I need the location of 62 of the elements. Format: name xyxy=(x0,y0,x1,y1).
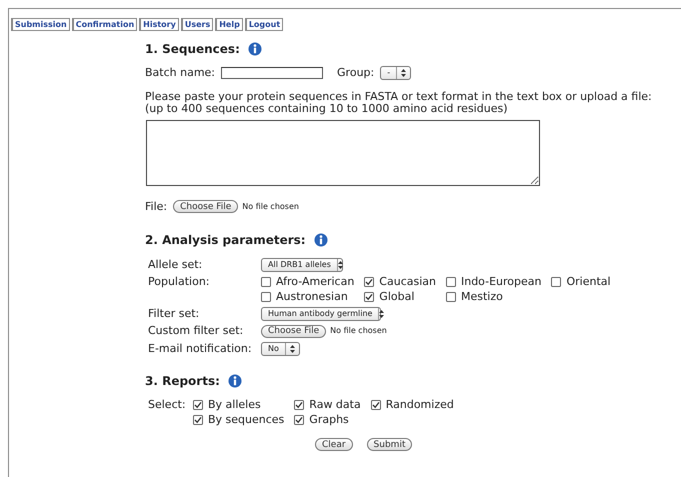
dropdown[interactable]: Human antibody germline xyxy=(261,307,381,321)
dropdown[interactable]: - xyxy=(380,66,412,80)
checkbox[interactable] xyxy=(294,414,304,424)
nav-tab[interactable]: Users xyxy=(180,18,214,31)
choose-file-button[interactable]: Choose File xyxy=(261,324,326,338)
stepper-icon xyxy=(338,261,343,269)
checkbox-label: By alleles xyxy=(208,398,261,411)
field-label: File: xyxy=(145,200,168,213)
info-icon[interactable] xyxy=(314,233,328,247)
section-heading: 1. Sequences: xyxy=(145,42,240,56)
checkbox-label: Indo-European xyxy=(460,275,542,288)
checkbox-label: Graphs xyxy=(309,413,349,426)
checkbox[interactable] xyxy=(370,400,381,410)
dropdown[interactable]: No xyxy=(261,342,300,356)
sequence-text-area[interactable] xyxy=(146,120,540,186)
section-heading: 2. Analysis parameters: xyxy=(145,233,306,247)
field-label: Filter set: xyxy=(148,306,200,320)
checkbox-label: Afro-American xyxy=(276,275,354,288)
info-icon[interactable] xyxy=(228,374,242,388)
clear-button[interactable]: Clear xyxy=(315,438,353,451)
field-label: Group: xyxy=(337,66,374,79)
checkbox[interactable] xyxy=(193,400,203,410)
stepper-icon xyxy=(290,345,295,353)
checkbox[interactable] xyxy=(364,292,374,302)
choose-file-button[interactable]: Choose File xyxy=(173,200,238,213)
checkbox[interactable] xyxy=(261,292,271,302)
field-label: Batch name: xyxy=(145,66,216,79)
field-label: Population: xyxy=(148,275,210,289)
section-heading: 3. Reports: xyxy=(145,374,220,388)
instructions-text: Please paste your protein sequences in FASTA or text format in the text box or upload a file: (up to 400 sequences containing 10 to 1000 amino acid residues) xyxy=(145,91,653,115)
dropdown[interactable]: All DRB1 alleles xyxy=(261,258,343,272)
checkbox-label: Caucasian xyxy=(379,275,436,288)
checkbox-label: Randomized xyxy=(386,398,454,411)
field-label: Allele set: xyxy=(148,258,204,272)
nav-tab[interactable]: History xyxy=(139,18,179,31)
checkbox-label: Mestizo xyxy=(460,290,503,303)
checkbox[interactable] xyxy=(294,400,304,410)
checkbox[interactable] xyxy=(193,414,203,424)
info-icon[interactable] xyxy=(248,42,262,56)
checkbox[interactable] xyxy=(446,292,456,302)
stepper-icon xyxy=(379,310,384,318)
checkbox-label: By sequences xyxy=(208,413,284,426)
stepper-icon xyxy=(401,69,406,77)
file-status: No file chosen xyxy=(242,202,299,211)
nav-tab[interactable]: Confirmation xyxy=(72,18,138,31)
checkbox-label: Raw data xyxy=(309,398,361,411)
checkbox[interactable] xyxy=(261,276,271,286)
batch-name-field[interactable] xyxy=(221,66,324,78)
checkbox[interactable] xyxy=(364,276,374,286)
submit-button[interactable]: Submit xyxy=(366,438,412,451)
nav-tab[interactable]: Logout xyxy=(244,18,284,31)
checkbox-label: Oriental xyxy=(566,275,611,288)
checkbox[interactable] xyxy=(446,276,456,286)
nav-tab[interactable]: Help xyxy=(215,18,243,31)
checkbox-label: Austronesian xyxy=(276,290,348,303)
field-label: Custom filter set: xyxy=(148,324,244,338)
file-status: No file chosen xyxy=(330,325,387,337)
nav-tab[interactable]: Submission xyxy=(11,18,70,31)
field-label: Select: xyxy=(148,398,187,411)
field-label: E-mail notification: xyxy=(148,342,253,356)
checkbox-label: Global xyxy=(379,290,414,303)
checkbox[interactable] xyxy=(551,276,562,286)
